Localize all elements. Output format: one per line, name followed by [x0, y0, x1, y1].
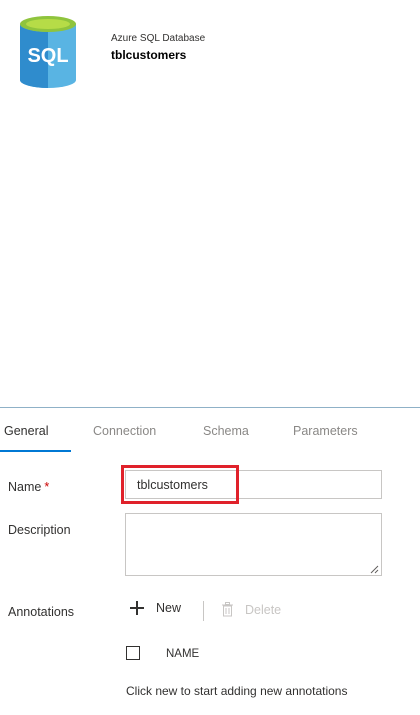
dataset-header: SQL Azure SQL Database tblcustomers — [0, 0, 420, 100]
tab-general[interactable]: General — [4, 424, 48, 438]
annotations-column-header: NAME — [166, 648, 200, 660]
tab-schema[interactable]: Schema — [203, 424, 249, 438]
annotations-empty-message: Click new to start adding new annotation… — [126, 684, 348, 698]
delete-annotation-button[interactable]: Delete — [221, 602, 281, 617]
dataset-name-title: tblcustomers — [111, 48, 187, 62]
dataset-type-label: Azure SQL Database — [111, 33, 206, 44]
new-button-label: New — [156, 601, 182, 615]
tab-bar: General Connection Schema Parameters — [0, 408, 420, 452]
name-label-text: Name — [8, 480, 42, 494]
name-field-label: Name * — [8, 480, 49, 494]
description-textarea[interactable] — [125, 513, 382, 576]
sql-icon-label: SQL — [27, 45, 68, 67]
required-marker: * — [44, 480, 50, 494]
plus-icon — [130, 601, 144, 615]
sql-database-icon: SQL — [20, 16, 76, 88]
button-separator — [203, 601, 204, 621]
trash-icon — [222, 602, 233, 617]
tab-connection[interactable]: Connection — [93, 424, 156, 438]
description-field-label: Description — [8, 523, 71, 537]
resize-grip-icon[interactable] — [370, 565, 379, 574]
annotations-field-label: Annotations — [8, 605, 75, 619]
name-input[interactable] — [125, 470, 382, 499]
active-tab-indicator — [0, 450, 71, 452]
delete-button-label: Delete — [245, 602, 282, 617]
tab-parameters[interactable]: Parameters — [293, 424, 358, 438]
select-all-checkbox[interactable] — [126, 646, 140, 660]
new-annotation-button[interactable]: New — [130, 601, 181, 615]
